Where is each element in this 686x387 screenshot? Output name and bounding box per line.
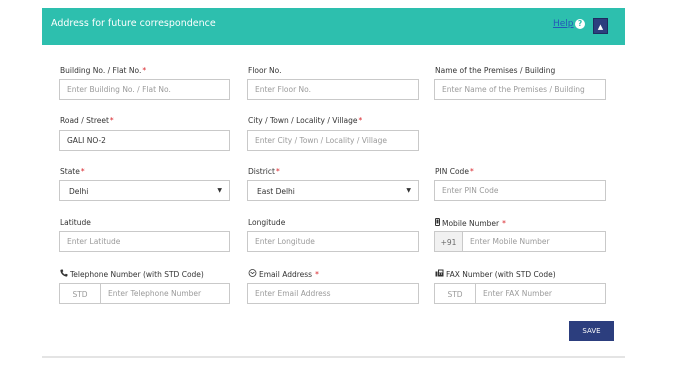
floor-input[interactable] [248, 80, 418, 99]
district-label: District* [248, 167, 280, 176]
panel-header: Address for future correspondence Help ?… [42, 8, 625, 45]
district-selected-value: East Delhi [257, 187, 295, 196]
mobile-field[interactable] [462, 231, 606, 252]
road-field[interactable] [59, 130, 230, 151]
state-label: State* [60, 167, 85, 176]
chevron-down-icon: ▼ [217, 187, 222, 194]
premises-label: Name of the Premises / Building [435, 66, 556, 75]
telephone-label: Telephone Number (with STD Code) [60, 269, 204, 279]
city-input[interactable] [248, 131, 418, 150]
building-label: Building No. / Flat No.* [60, 66, 147, 75]
envelope-icon [248, 269, 257, 277]
pin-label: PIN Code* [435, 167, 474, 176]
pin-field[interactable] [434, 180, 606, 201]
mobile-input[interactable] [463, 232, 605, 251]
question-circle-icon[interactable]: ? [575, 19, 585, 29]
fax-icon [435, 269, 444, 277]
floor-label: Floor No. [248, 66, 282, 75]
mobile-prefix: +91 [434, 231, 463, 252]
collapse-button[interactable]: ▲ [593, 18, 608, 34]
longitude-input[interactable] [248, 232, 418, 251]
longitude-label: Longitude [248, 218, 286, 227]
email-label: Email Address * [248, 269, 319, 279]
help-link[interactable]: Help [553, 19, 574, 29]
latitude-field[interactable] [59, 231, 230, 252]
latitude-input[interactable] [60, 232, 229, 251]
email-field[interactable] [247, 283, 419, 304]
pin-input[interactable] [435, 181, 605, 200]
caret-up-icon: ▲ [597, 23, 604, 31]
premises-field[interactable] [434, 79, 606, 100]
city-label: City / Town / Locality / Village* [248, 116, 363, 125]
fax-input[interactable] [476, 284, 605, 303]
city-field[interactable] [247, 130, 419, 151]
telephone-input[interactable] [101, 284, 229, 303]
state-select[interactable]: Delhi ▼ [59, 180, 230, 201]
save-button[interactable]: SAVE [569, 321, 614, 341]
fax-std-field[interactable]: STD [434, 283, 476, 304]
road-label: Road / Street* [60, 116, 114, 125]
premises-input[interactable] [435, 80, 605, 99]
chevron-down-icon: ▼ [406, 187, 411, 194]
state-selected-value: Delhi [69, 187, 89, 196]
building-input[interactable] [60, 80, 229, 99]
phone-icon [60, 269, 68, 277]
mobile-label: Mobile Number * [435, 218, 506, 228]
longitude-field[interactable] [247, 231, 419, 252]
floor-field[interactable] [247, 79, 419, 100]
fax-field[interactable] [475, 283, 606, 304]
district-select[interactable]: East Delhi ▼ [247, 180, 419, 201]
building-field[interactable] [59, 79, 230, 100]
latitude-label: Latitude [60, 218, 91, 227]
email-input[interactable] [248, 284, 418, 303]
mobile-phone-icon [435, 218, 440, 226]
telephone-std-field[interactable]: STD [59, 283, 101, 304]
panel-title: Address for future correspondence [51, 18, 216, 29]
road-input[interactable] [60, 131, 229, 150]
telephone-field[interactable] [100, 283, 230, 304]
fax-label: FAX Number (with STD Code) [435, 269, 556, 279]
